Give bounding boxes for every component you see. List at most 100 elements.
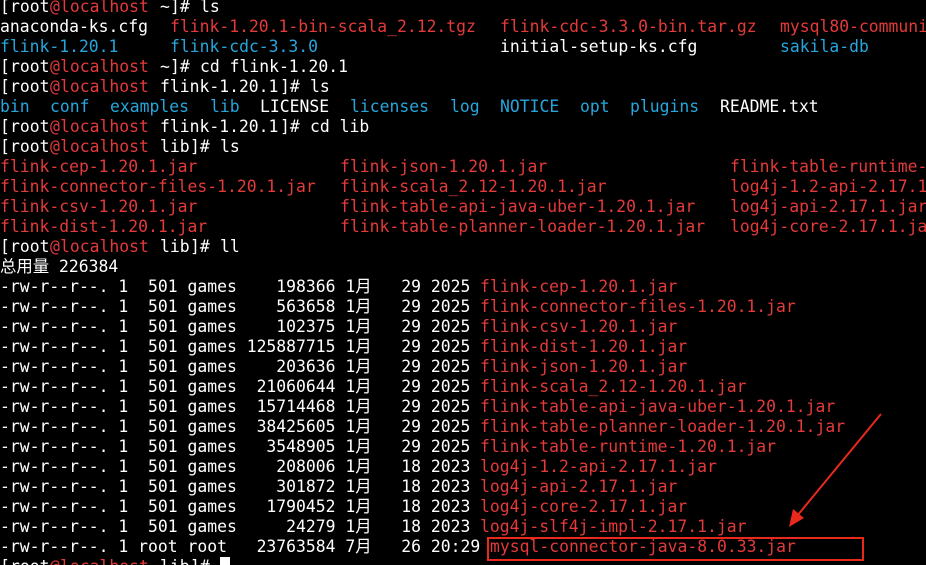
prompt-bracket-open: [ xyxy=(0,117,10,136)
file-name: flink-cep-1.20.1.jar xyxy=(480,277,678,296)
command-text: ll xyxy=(220,237,240,256)
terminal-window[interactable]: [ root @ localhost ~ ]# ls anaconda-ks.c… xyxy=(0,0,926,565)
file-name: flink-json-1.20.1.jar xyxy=(480,357,688,376)
file-meta: -rw-r--r--. 1 501 games 198366 1月 29 202… xyxy=(0,277,481,296)
prompt-line: [ root @ localhost lib ]# ll xyxy=(0,237,240,257)
prompt-at: @ xyxy=(50,237,60,256)
prompt-at: @ xyxy=(50,77,60,96)
file-meta: -rw-r--r--. 1 501 games 203636 1月 29 202… xyxy=(0,357,481,376)
archive-entry: flink-table-runtime- xyxy=(730,157,926,176)
prompt-host: localhost xyxy=(60,557,149,565)
file-meta: -rw-r--r--. 1 501 games 301872 1月 18 202… xyxy=(0,477,481,496)
archive-entry: flink-csv-1.20.1.jar xyxy=(0,197,198,216)
total-size: 总用量 226384 xyxy=(0,257,119,276)
command-text: cd lib xyxy=(310,117,370,136)
archive-entry: flink-connector-files-1.20.1.jar xyxy=(0,177,316,196)
command-text: cd flink-1.20.1 xyxy=(200,57,349,76)
archive-entry: log4j-1.2-api-2.17.1 xyxy=(730,177,926,196)
prompt-bracket-close: ]# xyxy=(280,117,310,136)
prompt-dir: ~ xyxy=(160,0,170,16)
archive-entry: log4j-api-2.17.1.jar xyxy=(730,197,926,216)
prompt-bracket-open: [ xyxy=(0,557,10,565)
prompt-dir: lib xyxy=(160,237,190,256)
prompt-user: root xyxy=(10,137,50,156)
prompt-line: [ root @ localhost lib ]# xyxy=(0,557,210,565)
file-name: flink-connector-files-1.20.1.jar xyxy=(480,297,796,316)
file-meta: -rw-r--r--. 1 501 games 102375 1月 29 202… xyxy=(0,317,481,336)
prompt-at: @ xyxy=(50,557,60,565)
file-meta: -rw-r--r--. 1 501 games 563658 1月 29 202… xyxy=(0,297,481,316)
prompt-user: root xyxy=(10,117,50,136)
archive-entry: mysql80-communi xyxy=(780,17,926,36)
prompt-dir: flink-1.20.1 xyxy=(160,117,279,136)
command-text: ls xyxy=(310,77,330,96)
prompt-at: @ xyxy=(50,0,60,16)
file-meta: -rw-r--r--. 1 501 games 1790452 1月 18 20… xyxy=(0,497,481,516)
prompt-line: [ root @ localhost flink-1.20.1 ]# cd li… xyxy=(0,117,369,137)
directory-entry: licenses xyxy=(350,97,429,116)
prompt-bracket-open: [ xyxy=(0,57,10,76)
directory-entry: sakila-db xyxy=(780,37,869,56)
archive-entry: flink-dist-1.20.1.jar xyxy=(0,217,208,236)
directory-entry: log xyxy=(450,97,480,116)
prompt-host: localhost xyxy=(60,0,149,16)
directory-entry: examples xyxy=(110,97,189,116)
output-line: flink-cep-1.20.1.jar flink-json-1.20.1.j… xyxy=(0,157,926,177)
prompt-bracket-close: ]# xyxy=(170,0,200,16)
prompt-bracket-close: ]# xyxy=(190,237,220,256)
highlight-box xyxy=(487,537,864,561)
prompt-line: [ root @ localhost ~ ]# cd flink-1.20.1 xyxy=(0,57,348,77)
archive-entry: log4j-core-2.17.1.ja xyxy=(730,217,926,236)
output-line: flink-dist-1.20.1.jar flink-table-planne… xyxy=(0,217,926,237)
archive-entry: flink-cdc-3.3.0-bin.tar.gz xyxy=(500,17,757,36)
prompt-dir: lib xyxy=(160,557,190,565)
prompt-bracket-close: ]# xyxy=(190,137,220,156)
prompt-host: localhost xyxy=(60,57,149,76)
prompt-host: localhost xyxy=(60,237,149,256)
prompt-user: root xyxy=(10,557,49,565)
file-name: flink-table-planner-loader-1.20.1.jar xyxy=(480,417,846,436)
output-line: anaconda-ks.cfg flink-1.20.1-bin-scala_2… xyxy=(0,17,926,37)
directory-entry: flink-cdc-3.3.0 xyxy=(170,37,319,56)
directory-entry: bin xyxy=(0,97,30,116)
file-entry: LICENSE xyxy=(260,97,330,116)
prompt-user: root xyxy=(10,237,50,256)
prompt-at: @ xyxy=(50,137,60,156)
prompt-user: root xyxy=(10,57,50,76)
prompt-bracket-close: ]# xyxy=(190,557,220,565)
prompt-line: [ root @ localhost flink-1.20.1 ]# ls xyxy=(0,77,330,97)
prompt-host: localhost xyxy=(60,137,149,156)
prompt-dir: lib xyxy=(160,137,190,156)
prompt-bracket-open: [ xyxy=(0,237,10,256)
archive-entry: flink-table-planner-loader-1.20.1.jar xyxy=(340,217,706,236)
directory-entry: flink-1.20.1 xyxy=(0,37,119,56)
file-meta: -rw-r--r--. 1 501 games 38425605 1月 29 2… xyxy=(0,417,481,436)
file-entry: initial-setup-ks.cfg xyxy=(500,37,698,56)
file-name: flink-dist-1.20.1.jar xyxy=(480,337,688,356)
directory-entry: plugins xyxy=(630,97,700,116)
prompt-user: root xyxy=(10,0,50,16)
directory-entry: NOTICE xyxy=(500,97,560,116)
file-name: flink-table-runtime-1.20.1.jar xyxy=(480,437,777,456)
archive-entry: flink-scala_2.12-1.20.1.jar xyxy=(340,177,607,196)
output-line: bin conf examples lib LICENSE licenses l… xyxy=(0,97,819,117)
file-name: log4j-slf4j-impl-2.17.1.jar xyxy=(480,517,747,536)
prompt-bracket-open: [ xyxy=(0,0,10,16)
directory-entry: conf xyxy=(50,97,90,116)
file-meta: -rw-r--r--. 1 501 games 125887715 1月 29 … xyxy=(0,337,481,356)
prompt-line: [ root @ localhost lib ]# ls xyxy=(0,137,240,157)
prompt-dir: ~ xyxy=(160,57,170,76)
output-line: flink-csv-1.20.1.jar flink-table-api-jav… xyxy=(0,197,926,217)
prompt-host: localhost xyxy=(60,117,149,136)
file-meta: -rw-r--r--. 1 root root 23763584 7月 26 2… xyxy=(0,537,491,556)
output-line: flink-connector-files-1.20.1.jar flink-s… xyxy=(0,177,926,197)
archive-entry: flink-cep-1.20.1.jar xyxy=(0,157,198,176)
output-line: flink-1.20.1 flink-cdc-3.3.0 initial-set… xyxy=(0,37,869,57)
file-meta: -rw-r--r--. 1 501 games 3548905 1月 29 20… xyxy=(0,437,481,456)
file-name: log4j-api-2.17.1.jar xyxy=(480,477,678,496)
prompt-at: @ xyxy=(50,117,60,136)
file-name: log4j-core-2.17.1.jar xyxy=(480,497,688,516)
file-meta: -rw-r--r--. 1 501 games 15714468 1月 29 2… xyxy=(0,397,481,416)
file-name: flink-scala_2.12-1.20.1.jar xyxy=(480,377,747,396)
archive-entry: flink-table-api-java-uber-1.20.1.jar xyxy=(340,197,696,216)
